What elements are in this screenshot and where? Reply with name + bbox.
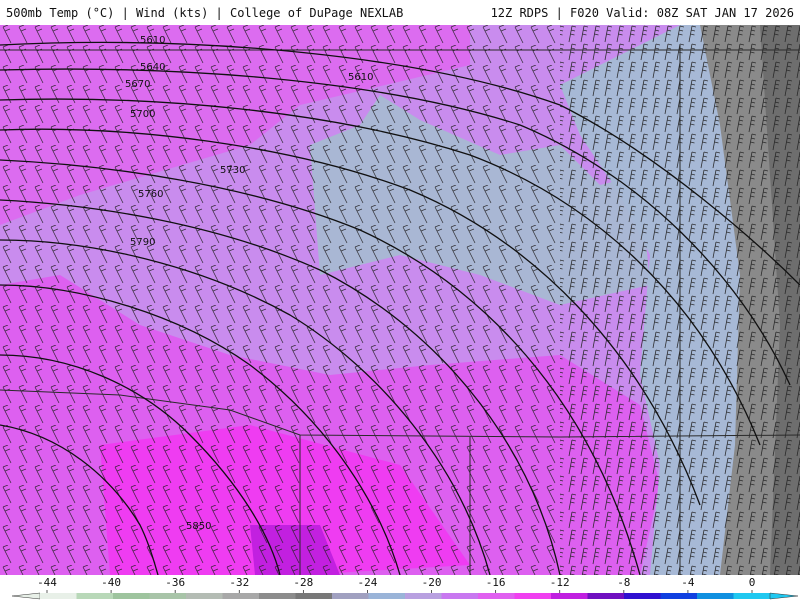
contour-label-5670: 5670 (125, 79, 150, 90)
colorbar-swatch (624, 593, 661, 599)
colorbar-swatch (697, 593, 734, 599)
colorbar-swatch (40, 593, 77, 599)
colorbar-swatch (295, 593, 333, 599)
colorbar: -44 -40 -36 -32 -28 -24 -20 -16 -12 -8 -4 0 (0, 575, 800, 600)
colorbar-gradient (11, 590, 799, 600)
contour-label-5850: 5850 (186, 521, 211, 532)
contour-label-5790: 5790 (130, 237, 155, 248)
map-panel[interactable]: 5610 5640 5670 5610 5700 5730 5760 5790 5850 (0, 25, 800, 575)
colorbar-swatch (587, 593, 625, 599)
contour-label-5700: 5700 (130, 109, 155, 120)
wind-barbs-west (0, 25, 560, 575)
colorbar-swatch (551, 593, 588, 599)
colorbar-swatch (186, 593, 223, 599)
colorbar-swatch (660, 593, 698, 599)
colorbar-swatch (113, 593, 150, 599)
colorbar-min-arrow (11, 592, 41, 600)
header-bar: 500mb Temp (°C) | Wind (kts) | College o… (0, 0, 800, 25)
colorbar-swatch (332, 593, 369, 599)
contour-label-5760: 5760 (138, 189, 163, 200)
colorbar-max-arrow (769, 592, 799, 600)
colorbar-swatch (478, 593, 515, 599)
contour-label-5640: 5640 (140, 62, 165, 73)
colorbar-swatch (733, 593, 771, 599)
contour-label-5610: 5610 (348, 72, 373, 83)
colorbar-swatch (441, 593, 479, 599)
product-title: 500mb Temp (°C) | Wind (kts) | College o… (6, 6, 404, 20)
colorbar-swatch (368, 593, 406, 599)
colorbar-swatch (149, 593, 187, 599)
map-canvas: 5610 5640 5670 5610 5700 5730 5760 5790 5850 (0, 25, 800, 575)
colorbar-swatch (222, 593, 260, 599)
colorbar-swatch (405, 593, 442, 599)
valid-time: 12Z RDPS | F020 Valid: 08Z SAT JAN 17 20… (490, 6, 794, 20)
colorbar-swatch (259, 593, 296, 599)
contour-label-5730: 5730 (220, 165, 245, 176)
contour-label-5610: 5610 (140, 35, 165, 46)
colorbar-swatch (76, 593, 114, 599)
colorbar-swatch (514, 593, 552, 599)
